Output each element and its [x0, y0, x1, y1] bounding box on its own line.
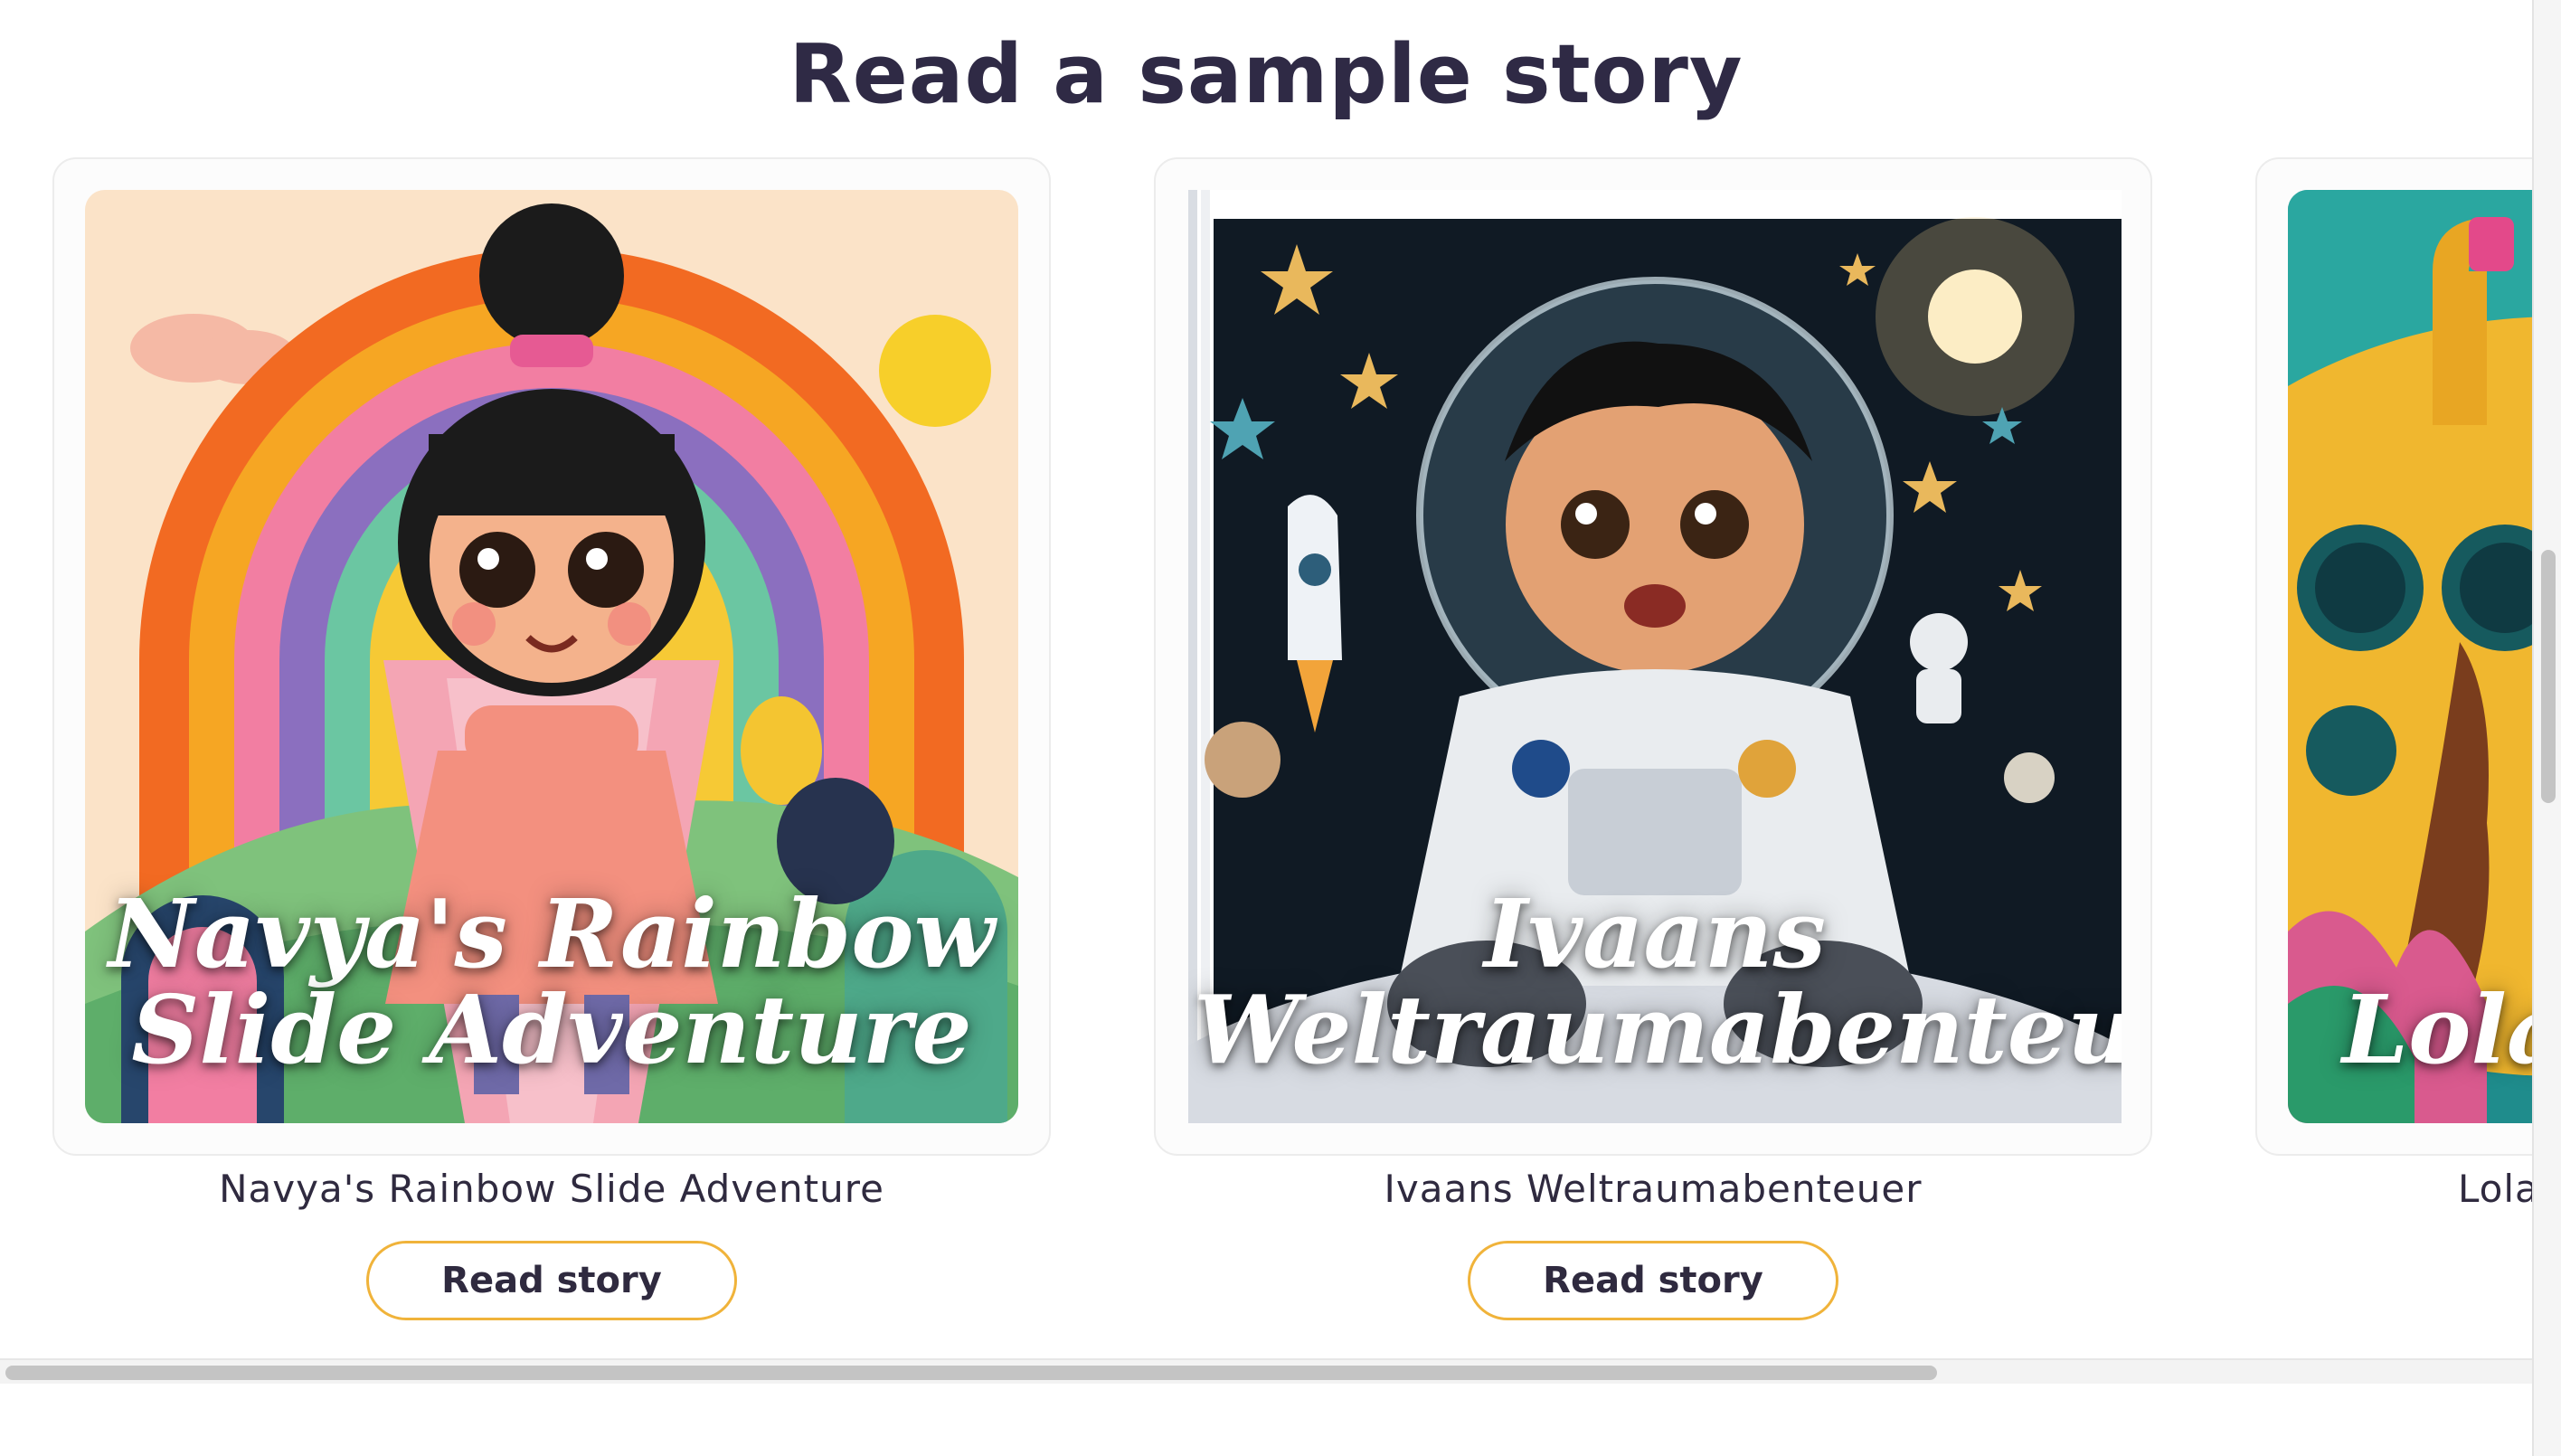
cover-title: Ivaans Weltraumabenteuer: [1194, 877, 2122, 1085]
vertical-scrollbar-thumb[interactable]: [2541, 550, 2556, 803]
story-card-lola[interactable]: Lola: [2255, 157, 2532, 1156]
read-story-button[interactable]: Read story: [1468, 1241, 1838, 1320]
horizontal-scrollbar[interactable]: [0, 1358, 2532, 1384]
vertical-scrollbar[interactable]: [2532, 0, 2561, 1456]
story-caption: Ivaans Weltraumabenteuer: [1384, 1167, 1923, 1211]
story-caption: Navya's Rainbow Slide Adventure: [219, 1167, 884, 1211]
cover-title: Navya's Rainbow Slide Adventure: [108, 877, 996, 1085]
story-cover-image[interactable]: Navya's Rainbow Slide Adventure: [85, 190, 1018, 1123]
cover-title: Lola: [2342, 973, 2532, 1085]
read-story-button[interactable]: Read story: [366, 1241, 737, 1320]
story-cover-image[interactable]: Ivaans Weltraumabenteuer: [1188, 190, 2122, 1123]
story-carousel[interactable]: Navya's Rainbow Slide Adventure Navya's …: [0, 154, 2532, 1347]
horizontal-scrollbar-thumb[interactable]: [5, 1366, 1937, 1380]
story-caption: Lola: [2458, 1167, 2532, 1211]
page-title: Read a sample story: [789, 27, 1744, 122]
story-card-navya[interactable]: Navya's Rainbow Slide Adventure: [52, 157, 1051, 1156]
story-card-ivaan[interactable]: Ivaans Weltraumabenteuer: [1154, 157, 2152, 1156]
story-cover-image[interactable]: Lola: [2288, 190, 2532, 1123]
